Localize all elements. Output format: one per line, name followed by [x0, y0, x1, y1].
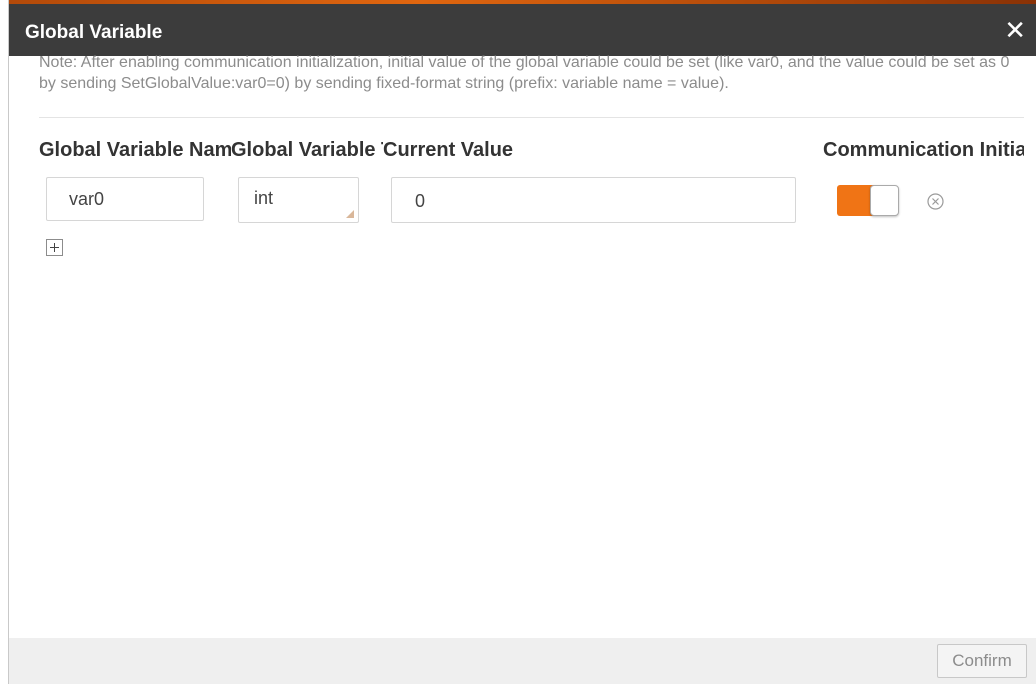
current-value-input[interactable]: 0 — [391, 177, 796, 223]
toggle-knob — [870, 185, 899, 216]
plus-icon[interactable] — [46, 239, 63, 256]
divider — [39, 117, 1024, 118]
note-text: Note: After enabling communication initi… — [39, 54, 1010, 92]
remove-circle-icon[interactable] — [927, 193, 944, 210]
title-bar[interactable]: Global Variable ✕ — [9, 4, 1036, 56]
dialog-title: Global Variable — [25, 22, 163, 43]
close-icon[interactable]: ✕ — [1004, 18, 1026, 44]
column-header-current-value: Current Value — [383, 139, 514, 161]
variable-type-select[interactable]: int — [238, 177, 359, 223]
global-variable-dialog: Global Variable ✕ Note: After enabling c… — [8, 0, 1036, 684]
variable-name-input[interactable]: var0 — [46, 177, 204, 221]
dialog-footer: Confirm — [9, 638, 1036, 684]
dropdown-corner-icon — [346, 210, 354, 218]
communication-init-toggle[interactable] — [837, 185, 899, 216]
column-header-variable-type: Global Variable Type — [231, 139, 383, 161]
column-header-communication-init: Communication Initialization — [823, 139, 1024, 161]
variable-type-value: int — [254, 188, 274, 208]
confirm-button[interactable]: Confirm — [937, 644, 1027, 678]
column-header-variable-name: Global Variable Name — [39, 139, 231, 161]
